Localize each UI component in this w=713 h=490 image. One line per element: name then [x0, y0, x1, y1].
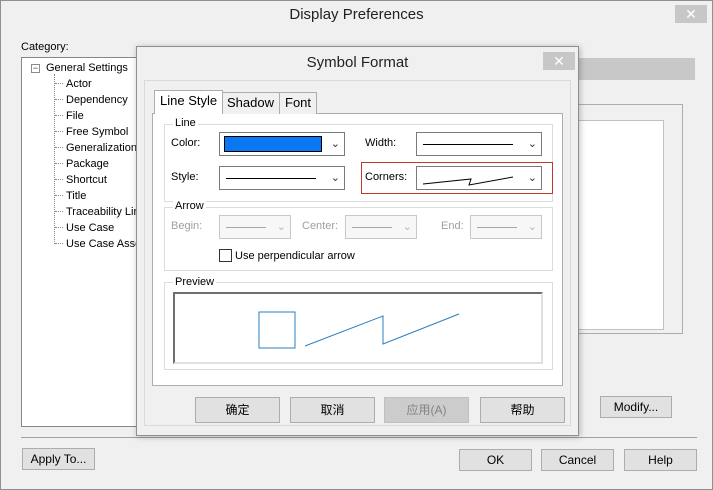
preview-symbol-box	[258, 311, 296, 349]
help-button[interactable]: Help	[624, 449, 697, 471]
tree-item-file[interactable]: File	[66, 108, 84, 124]
color-dropdown[interactable]: ⌄	[219, 132, 345, 156]
perpendicular-arrow-checkbox[interactable]	[219, 249, 232, 262]
tree-item-use-case[interactable]: Use Case	[66, 220, 114, 236]
help-button-cn[interactable]: 帮助	[480, 397, 565, 423]
tree-item-package[interactable]: Package	[66, 156, 109, 172]
close-icon: ✕	[553, 53, 565, 69]
tree-item-actor[interactable]: Actor	[66, 76, 92, 92]
chevron-down-icon: ⌄	[330, 172, 340, 184]
corners-dropdown[interactable]: ⌄	[416, 166, 542, 190]
chevron-down-icon: ⌄	[527, 138, 537, 150]
modify-button[interactable]: Modify...	[600, 396, 672, 418]
preview-drawing	[258, 311, 460, 349]
tab-font[interactable]: Font	[279, 92, 318, 114]
corner-zigzag-icon	[422, 176, 514, 186]
center-arrow-dropdown[interactable]: ⌄	[345, 215, 417, 239]
tree-item-generalization[interactable]: Generalization	[66, 140, 137, 156]
tree-item-dependency[interactable]: Dependency	[66, 92, 128, 108]
tree-item-general-settings[interactable]: General Settings	[46, 60, 128, 76]
chevron-down-icon: ⌄	[330, 138, 340, 150]
tree-item-traceability-link[interactable]: Traceability Lin	[66, 204, 140, 220]
arrow-group-label: Arrow	[173, 200, 206, 212]
perpendicular-arrow-label: Use perpendicular arrow	[235, 250, 355, 262]
close-icon: ✕	[685, 6, 697, 22]
style-dropdown[interactable]: ⌄	[219, 166, 345, 190]
tab-shadow[interactable]: Shadow	[221, 92, 280, 114]
preview-header-bar	[575, 58, 695, 80]
close-button[interactable]: ✕	[675, 5, 707, 23]
color-label: Color:	[171, 137, 201, 149]
width-dropdown[interactable]: ⌄	[416, 132, 542, 156]
ok-button[interactable]: OK	[459, 449, 532, 471]
chevron-down-icon: ⌄	[276, 221, 286, 233]
symbol-format-close-button[interactable]: ✕	[543, 52, 575, 70]
symbol-format-title: Symbol Format	[306, 54, 409, 71]
width-label: Width:	[365, 137, 397, 149]
begin-label: Begin:	[171, 220, 203, 232]
separator	[21, 437, 697, 438]
end-label: End:	[441, 220, 464, 232]
category-label: Category:	[21, 41, 69, 53]
chevron-down-icon: ⌄	[402, 221, 412, 233]
style-label: Style:	[171, 171, 199, 183]
begin-arrow-dropdown[interactable]: ⌄	[219, 215, 291, 239]
preview-canvas	[173, 292, 543, 364]
color-swatch	[224, 136, 322, 152]
tree-item-free-symbol[interactable]: Free Symbol	[66, 124, 128, 140]
apply-button[interactable]: 应用(A)	[384, 397, 469, 423]
preview-group-label: Preview	[173, 276, 217, 288]
chevron-down-icon: ⌄	[527, 172, 537, 184]
end-arrow-dropdown[interactable]: ⌄	[470, 215, 542, 239]
line-style-sample	[226, 178, 316, 179]
tree-item-use-case-association[interactable]: Use Case Asso	[66, 236, 141, 252]
line-width-sample	[423, 144, 513, 145]
center-label: Center:	[302, 220, 339, 232]
collapse-icon[interactable]: −	[31, 64, 40, 73]
preview-list	[578, 120, 664, 330]
corners-label: Corners:	[365, 171, 408, 183]
tree-item-title[interactable]: Title	[66, 188, 86, 204]
tab-line-style[interactable]: Line Style	[154, 90, 224, 114]
cancel-button-cn[interactable]: 取消	[290, 397, 375, 423]
category-tree[interactable]: − General Settings Actor Dependency File…	[21, 57, 146, 427]
preview-line	[304, 313, 460, 347]
apply-to-button[interactable]: Apply To...	[22, 448, 95, 470]
line-group-label: Line	[173, 117, 198, 129]
confirm-button[interactable]: 确定	[195, 397, 280, 423]
tree-item-shortcut[interactable]: Shortcut	[66, 172, 107, 188]
chevron-down-icon: ⌄	[527, 221, 537, 233]
cancel-button[interactable]: Cancel	[541, 449, 614, 471]
dialog-title: Display Preferences	[289, 6, 424, 23]
